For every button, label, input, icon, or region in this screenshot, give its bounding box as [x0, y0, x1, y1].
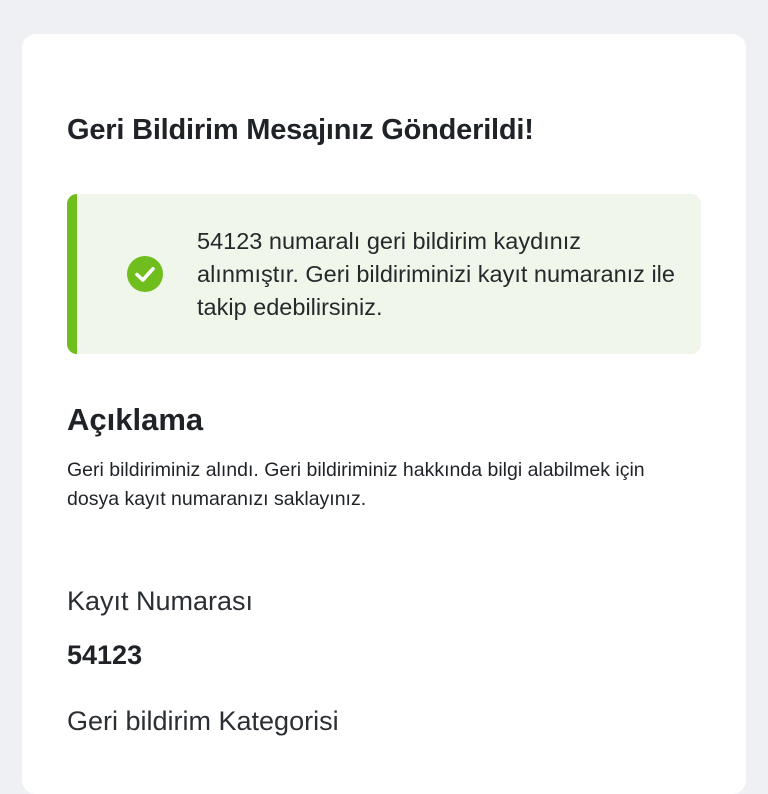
description-heading: Açıklama [67, 402, 204, 437]
success-alert: 54123 numaralı geri bildirim kaydınız al… [67, 194, 701, 354]
check-circle-icon [127, 256, 163, 292]
alert-accent-bar [67, 194, 77, 354]
confirmation-card: Geri Bildirim Mesajınız Gönderildi! 5412… [22, 34, 746, 794]
description-text: Geri bildiriminiz alındı. Geri bildirimi… [67, 459, 645, 510]
alert-message: 54123 numaralı geri bildirim kaydınız al… [197, 228, 675, 320]
page-title: Geri Bildirim Mesajınız Gönderildi! [67, 114, 534, 146]
record-number-value: 54123 [67, 640, 143, 670]
feedback-category-label: Geri bildirim Kategorisi [67, 706, 339, 736]
record-number-label: Kayıt Numarası [67, 586, 254, 616]
